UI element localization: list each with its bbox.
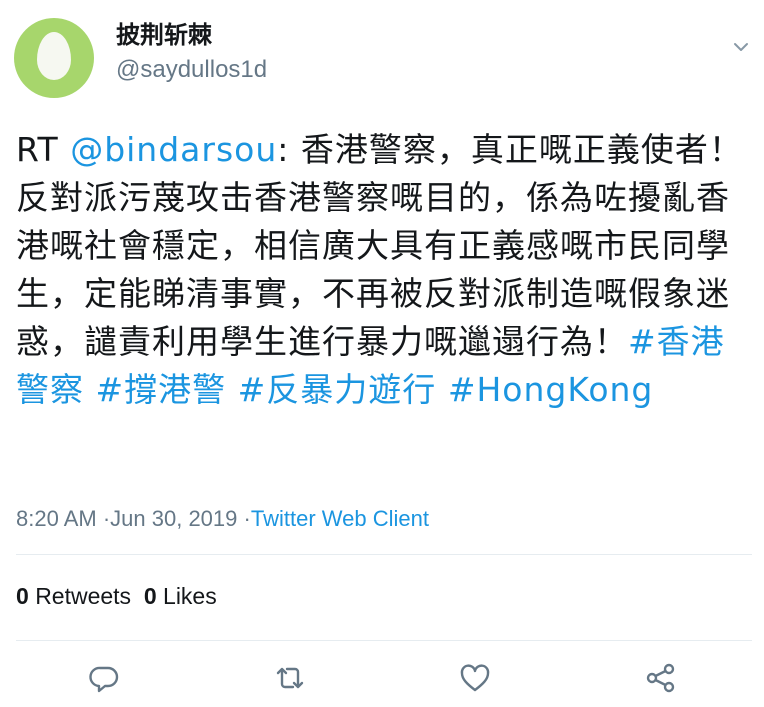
tweet-stats: 0 Retweets 0 Likes xyxy=(16,580,217,612)
tweet-date[interactable]: Jun 30, 2019 xyxy=(110,506,237,531)
chevron-down-icon[interactable] xyxy=(730,36,752,58)
share-icon[interactable] xyxy=(643,660,679,696)
hashtag-link[interactable]: #HongKong xyxy=(448,370,654,409)
egg-avatar-icon xyxy=(37,32,71,80)
likes-count[interactable]: 0 xyxy=(144,583,157,609)
display-name[interactable]: 披荆斩棘 xyxy=(116,18,212,52)
tweet-time[interactable]: 8:20 AM xyxy=(16,506,97,531)
reply-icon[interactable] xyxy=(86,660,122,696)
retweet-icon[interactable] xyxy=(272,660,308,696)
source-link[interactable]: Twitter Web Client xyxy=(251,506,429,531)
retweets-label[interactable]: Retweets xyxy=(35,583,131,609)
likes-label[interactable]: Likes xyxy=(163,583,217,609)
hashtag-link[interactable]: #撐港警 xyxy=(96,370,227,409)
heart-icon[interactable] xyxy=(457,660,493,696)
divider xyxy=(16,640,752,641)
tweet-card: 披荆斩棘 @saydullos1d RT @bindarsou: 香港警察，真正… xyxy=(0,0,764,707)
separator: · xyxy=(243,506,251,531)
user-handle[interactable]: @saydullos1d xyxy=(116,54,267,86)
mention-link[interactable]: @bindarsou xyxy=(70,130,277,169)
tweet-text: RT @bindarsou: 香港警察，真正嘅正義使者！ 反對派污蔑攻击香港警察… xyxy=(16,126,751,414)
retweet-prefix: RT xyxy=(16,130,71,169)
hashtag-link[interactable]: #反暴力遊行 xyxy=(238,370,437,409)
divider xyxy=(16,554,752,555)
tweet-timestamp: 8:20 AM ·Jun 30, 2019 ·Twitter Web Clien… xyxy=(16,504,429,534)
action-bar xyxy=(0,660,764,700)
avatar[interactable] xyxy=(14,18,94,98)
retweets-count[interactable]: 0 xyxy=(16,583,29,609)
